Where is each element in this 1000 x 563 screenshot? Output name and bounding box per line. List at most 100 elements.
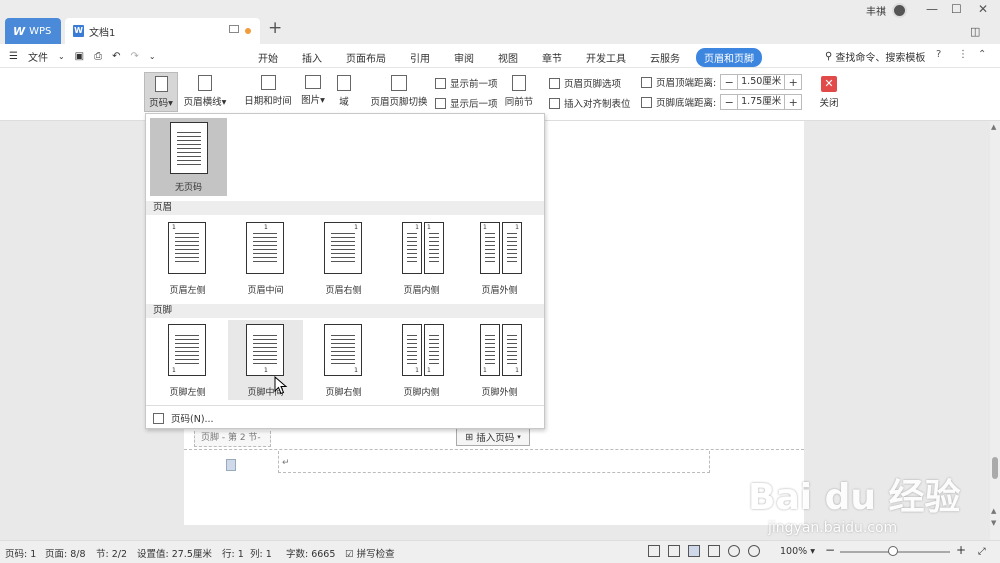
search-icon: ⚲ bbox=[825, 51, 833, 62]
footer-center-option[interactable]: 1 页脚中间 bbox=[228, 320, 303, 400]
header-left-option[interactable]: 1 页眉左侧 bbox=[150, 218, 225, 298]
status-pages[interactable]: 页面: 8/8 bbox=[45, 546, 86, 560]
tab-home[interactable]: 开始 bbox=[250, 48, 286, 67]
scroll-thumb[interactable] bbox=[992, 457, 998, 479]
hamburger-icon[interactable]: ☰ bbox=[9, 51, 18, 62]
status-page-code[interactable]: 页码: 1 bbox=[5, 546, 36, 560]
maximize-icon[interactable]: ☐ bbox=[951, 2, 962, 16]
zoom-slider-handle[interactable] bbox=[888, 546, 898, 556]
tab-view[interactable]: 视图 bbox=[490, 48, 526, 67]
footer-left-option[interactable]: 1 页脚左侧 bbox=[150, 320, 225, 400]
show-prev-button[interactable]: 显示前一项 bbox=[435, 76, 498, 90]
print-icon[interactable]: ⎙ bbox=[94, 51, 102, 62]
tab-layout[interactable]: 页面布局 bbox=[338, 48, 394, 67]
monitor-icon[interactable] bbox=[229, 25, 239, 33]
fullscreen-icon[interactable] bbox=[648, 545, 660, 557]
tab-cloud[interactable]: 云服务 bbox=[642, 48, 688, 67]
zoom-in-button[interactable]: + bbox=[956, 543, 966, 557]
hf-options-button[interactable]: 页眉页脚选项 bbox=[549, 76, 621, 90]
user-account[interactable]: 丰祺 bbox=[866, 3, 907, 18]
insert-align-tab-button[interactable]: 插入对齐制表位 bbox=[549, 96, 631, 110]
status-setting[interactable]: 设置值: 27.5厘米 bbox=[137, 546, 212, 560]
page-view-icon[interactable] bbox=[688, 545, 700, 557]
no-page-number-option[interactable]: 无页码 bbox=[150, 118, 227, 196]
chevron-down-icon[interactable]: ⌄ bbox=[58, 52, 65, 61]
web-view-icon[interactable] bbox=[728, 545, 740, 557]
header-outside-option[interactable]: 1 1 页眉外侧 bbox=[462, 218, 537, 298]
scroll-prev-icon[interactable]: ▲ bbox=[991, 507, 996, 515]
customize-icon[interactable]: ⌄ bbox=[149, 52, 156, 61]
document-tab[interactable]: W 文档1 bbox=[65, 18, 260, 44]
zoom-level[interactable]: 100% ▾ bbox=[780, 546, 815, 557]
datetime-button[interactable]: 日期和时间 bbox=[244, 75, 292, 107]
footer-bottom-input[interactable]: 1.75厘米 bbox=[737, 95, 786, 109]
status-section[interactable]: 节: 2/2 bbox=[96, 546, 127, 560]
watermark-brand: Bai du 经验 bbox=[748, 477, 961, 518]
zoom-out-button[interactable]: − bbox=[825, 543, 835, 557]
sidebar-toggle-icon[interactable]: ◫ bbox=[970, 25, 980, 38]
hf-options-label: 页眉页脚选项 bbox=[564, 79, 622, 90]
page-number-dialog-item[interactable]: 页码(N)... bbox=[153, 411, 214, 425]
decrement-button[interactable]: − bbox=[721, 96, 737, 109]
close-label: 关闭 bbox=[819, 98, 839, 109]
vertical-scrollbar[interactable]: ▲ ▲ ▼ bbox=[990, 121, 1000, 540]
save-icon[interactable]: ▣ bbox=[75, 51, 84, 62]
minimize-icon[interactable]: — bbox=[926, 2, 938, 16]
footer-right-option[interactable]: 1 页脚右侧 bbox=[306, 320, 381, 400]
increment-button[interactable]: + bbox=[785, 76, 801, 89]
zoom-value: 100% bbox=[780, 546, 808, 557]
header-right-option[interactable]: 1 页眉右侧 bbox=[306, 218, 381, 298]
eye-protect-icon[interactable] bbox=[748, 545, 760, 557]
menu-bar: ☰ 文件 ⌄ ▣ ⎙ ↶ ↷ ⌄ 开始 插入 页面布局 引用 审阅 视图 章节 … bbox=[0, 44, 1000, 68]
header-line-button[interactable]: 页眉横线▾ bbox=[182, 75, 228, 108]
page-number-button[interactable]: 页码▾ bbox=[144, 72, 178, 112]
picture-button[interactable]: 图片▾ bbox=[298, 75, 328, 106]
tab-reference[interactable]: 引用 bbox=[402, 48, 438, 67]
footer-inside-option[interactable]: 1 1 页脚内侧 bbox=[384, 320, 459, 400]
scroll-up-icon[interactable]: ▲ bbox=[991, 123, 996, 131]
status-words[interactable]: 字数: 6665 bbox=[286, 546, 335, 560]
more-icon[interactable]: ⋮ bbox=[958, 49, 968, 60]
close-window-icon[interactable]: ✕ bbox=[978, 2, 988, 16]
undo-icon[interactable]: ↶ bbox=[112, 51, 120, 62]
tab-developer[interactable]: 开发工具 bbox=[578, 48, 634, 67]
collapse-ribbon-icon[interactable]: ⌃ bbox=[978, 49, 986, 60]
mouse-cursor-icon bbox=[274, 376, 288, 395]
avatar[interactable] bbox=[892, 3, 907, 18]
increment-button[interactable]: + bbox=[785, 96, 801, 109]
file-icon[interactable] bbox=[226, 459, 236, 471]
insert-page-number-button[interactable]: ⊞ 插入页码 ▾ bbox=[456, 428, 530, 446]
scroll-next-icon[interactable]: ▼ bbox=[991, 519, 996, 527]
hf-switch-button[interactable]: 页眉页脚切换 bbox=[370, 75, 428, 108]
status-row[interactable]: 行: 1 bbox=[222, 546, 244, 560]
show-next-button[interactable]: 显示后一项 bbox=[435, 96, 498, 110]
command-search[interactable]: ⚲ 查找命令、搜索模板 bbox=[825, 49, 925, 64]
header-top-input[interactable]: 1.50厘米 bbox=[737, 75, 786, 89]
show-prev-icon bbox=[435, 77, 446, 89]
redo-icon[interactable]: ↷ bbox=[131, 51, 139, 62]
fit-page-icon[interactable]: ⤢ bbox=[978, 546, 986, 557]
outline-view-icon[interactable] bbox=[708, 545, 720, 557]
header-center-option[interactable]: 1 页眉中间 bbox=[228, 218, 303, 298]
status-col[interactable]: 列: 1 bbox=[250, 546, 272, 560]
header-top-stepper[interactable]: − 1.50厘米 + bbox=[720, 74, 803, 90]
footer-outside-option[interactable]: 1 1 页脚外侧 bbox=[462, 320, 537, 400]
decrement-button[interactable]: − bbox=[721, 76, 737, 89]
file-menu[interactable]: 文件 bbox=[28, 49, 48, 64]
tab-section[interactable]: 章节 bbox=[534, 48, 570, 67]
wps-home-tab[interactable]: W WPS bbox=[5, 18, 61, 44]
footer-region[interactable] bbox=[278, 451, 710, 473]
footer-bottom-stepper[interactable]: − 1.75厘米 + bbox=[720, 94, 803, 110]
header-inside-option[interactable]: 1 1 页眉内侧 bbox=[384, 218, 459, 298]
field-button[interactable]: 域 bbox=[334, 75, 354, 108]
tab-insert[interactable]: 插入 bbox=[294, 48, 330, 67]
tab-header-footer[interactable]: 页眉和页脚 bbox=[696, 48, 762, 67]
close-hf-button[interactable]: ✕ 关闭 bbox=[817, 76, 841, 109]
new-tab-button[interactable]: + bbox=[268, 18, 282, 38]
same-as-prev-button[interactable]: 同前节 bbox=[504, 75, 534, 108]
help-icon[interactable]: ? bbox=[936, 49, 941, 60]
reading-view-icon[interactable] bbox=[668, 545, 680, 557]
spellcheck-button[interactable]: ☑ 拼写检查 bbox=[345, 546, 395, 560]
option-label: 页眉中间 bbox=[247, 286, 284, 296]
tab-review[interactable]: 审阅 bbox=[446, 48, 482, 67]
